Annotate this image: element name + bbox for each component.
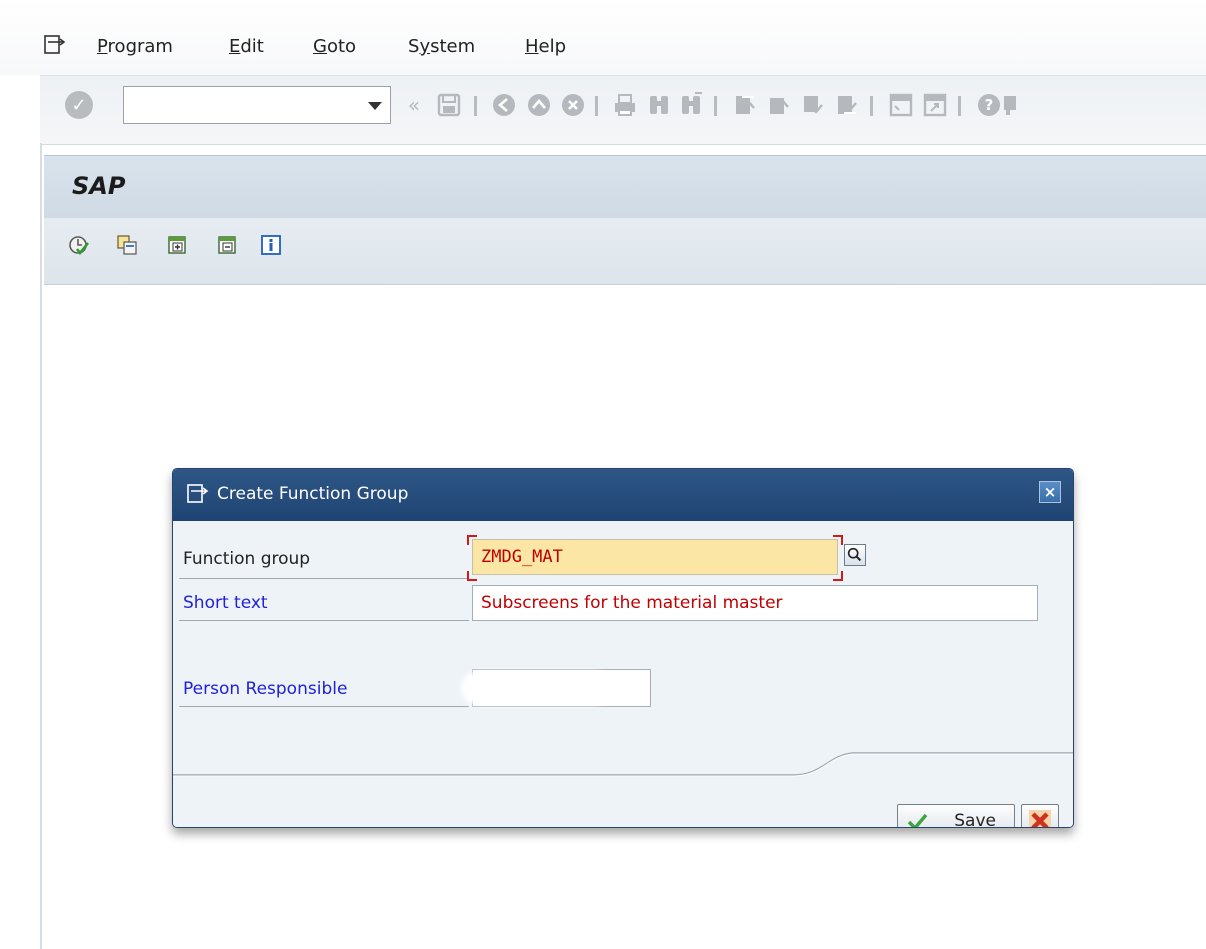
back-chevron-icon[interactable]: « [401,92,427,118]
previous-page-icon[interactable] [766,92,792,118]
application-toolbar [44,218,1206,285]
expand-icon[interactable] [166,234,188,256]
collapse-icon[interactable] [216,234,238,256]
new-session-icon[interactable] [888,92,914,118]
menu-item-program[interactable]: Program [97,36,173,57]
find-icon[interactable] [646,92,672,118]
enter-icon[interactable]: ✓ [65,91,93,119]
cancel-button[interactable] [1021,804,1059,827]
command-field[interactable] [123,86,391,124]
dialog-title-bar[interactable]: Create Function Group × [173,469,1073,521]
short-text-input[interactable] [472,585,1038,621]
cancel-icon [1029,810,1051,827]
info-icon[interactable] [260,234,282,256]
title-bar: SAP [44,155,1206,219]
menu-item-goto[interactable]: Goto [313,36,356,57]
redacted-value [461,671,611,705]
row-divider [179,706,469,707]
dialog-body: Function group Short text Person Respons… [173,521,1073,828]
short-text-label: Short text [183,593,268,613]
toolbar-separator [958,96,961,116]
row-divider [179,578,469,579]
menu-item-help[interactable]: Help [525,36,566,57]
check-icon[interactable] [68,234,90,256]
command-input[interactable] [124,87,370,121]
toolbar-separator [595,96,598,116]
find-next-icon[interactable] [678,92,704,118]
close-icon[interactable]: × [1039,481,1061,503]
toolbar-separator [870,96,873,116]
menu-bar: Program Edit Goto System Help [0,0,1206,75]
save-button[interactable]: Save [897,804,1015,828]
standard-toolbar: ✓ « ? [40,75,1206,145]
print-icon[interactable] [612,92,638,118]
copy-icon[interactable] [116,234,138,256]
toolbar-separator [714,96,717,116]
first-page-icon[interactable] [732,92,758,118]
function-group-label: Function group [183,549,311,569]
next-page-icon[interactable] [800,92,826,118]
help-icon[interactable]: ? [976,92,1002,118]
function-group-input[interactable] [472,539,838,575]
last-page-icon[interactable] [834,92,860,118]
menu-icon[interactable] [187,484,209,504]
dialog-title: Create Function Group [217,484,409,504]
menu-item-system[interactable]: System [408,36,475,57]
shortcut-icon[interactable] [922,92,948,118]
save-button-label: Save [954,811,996,828]
svg-text:?: ? [985,96,994,114]
exit-icon[interactable] [526,92,552,118]
save-icon[interactable] [436,92,462,118]
screen-border [40,143,42,949]
person-responsible-label: Person Responsible [183,679,348,699]
menu-icon[interactable] [44,35,66,55]
cancel-icon[interactable] [560,92,586,118]
screen-title: SAP [72,172,126,200]
search-help-icon[interactable] [844,544,866,566]
check-icon [907,813,928,827]
layout-menu-icon[interactable] [1002,92,1016,118]
create-function-group-dialog: Create Function Group × Function group S… [172,468,1074,828]
toolbar-separator [474,96,477,116]
row-divider [179,620,469,621]
menu-item-edit[interactable]: Edit [229,36,264,57]
chevron-down-icon[interactable] [368,102,382,110]
back-icon[interactable] [491,92,517,118]
